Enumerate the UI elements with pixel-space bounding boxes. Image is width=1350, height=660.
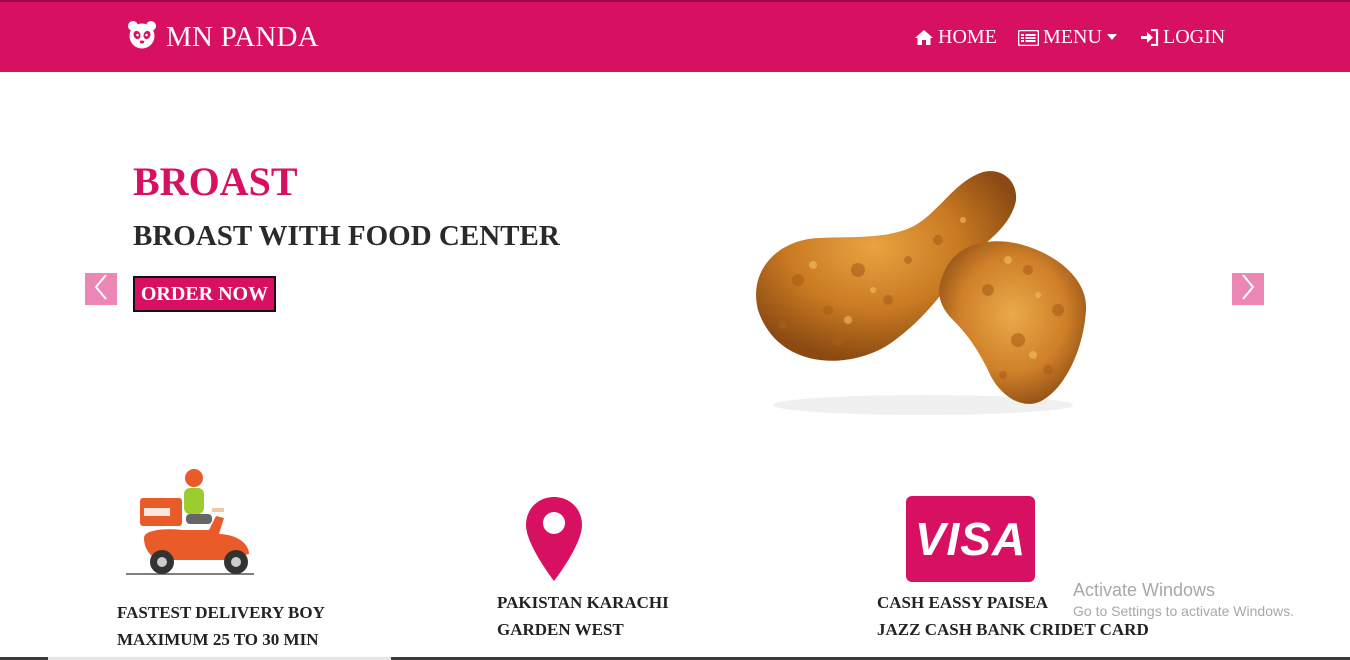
hero-title: BROAST: [133, 159, 298, 204]
visa-card-icon: VISA: [906, 496, 1035, 582]
watermark-title: Activate Windows: [1073, 580, 1216, 600]
feature-location-line2: GARDEN WEST: [497, 620, 624, 639]
watermark-subtitle: Go to Settings to activate Windows.: [1073, 603, 1294, 619]
caret-down-icon: [1106, 33, 1117, 40]
feature-delivery-line2: MAXIMUM 25 TO 30 MIN: [117, 630, 319, 649]
nav-menu-label: MENU: [1043, 26, 1102, 48]
brand-link[interactable]: MN PANDA: [127, 20, 319, 55]
feature-location-text: PAKISTAN KARACHI GARDEN WEST: [497, 589, 669, 643]
chevron-right-icon: [1241, 273, 1255, 305]
feature-delivery-line1: FASTEST DELIVERY BOY: [117, 603, 325, 622]
nav-home-label: HOME: [938, 26, 997, 48]
chevron-left-icon: [94, 273, 108, 305]
sign-in-icon: [1140, 29, 1159, 46]
feature-location-line1: PAKISTAN KARACHI: [497, 593, 669, 612]
fried-chicken-image: [738, 160, 1098, 420]
order-now-button[interactable]: ORDER NOW: [133, 276, 276, 312]
location-pin-icon: [524, 495, 584, 583]
nav-menu-dropdown[interactable]: MENU: [1018, 26, 1117, 49]
home-icon: [914, 29, 934, 46]
nav-home[interactable]: HOME: [914, 26, 997, 49]
brand-name: MN PANDA: [166, 21, 319, 53]
nav-login-label: LOGIN: [1163, 26, 1226, 48]
hero-subtitle: BROAST WITH FOOD CENTER: [133, 220, 560, 252]
carousel-prev-button[interactable]: [85, 273, 117, 305]
feature-payment-line1: CASH EASSY PAISEA: [877, 593, 1048, 612]
panda-icon: [127, 20, 157, 55]
list-icon: [1018, 29, 1039, 46]
navbar: MN PANDA HOME MENU LOGIN: [0, 0, 1350, 72]
windows-activation-watermark: Activate Windows Go to Settings to activ…: [1073, 580, 1294, 619]
nav-login[interactable]: LOGIN: [1140, 26, 1225, 49]
feature-delivery-text: FASTEST DELIVERY BOY MAXIMUM 25 TO 30 MI…: [117, 599, 325, 653]
carousel-next-button[interactable]: [1232, 273, 1264, 305]
delivery-scooter-icon: [124, 468, 256, 578]
visa-badge-text: VISA: [914, 513, 1027, 565]
feature-payment-line2: JAZZ CASH BANK CRIDET CARD: [877, 620, 1149, 639]
